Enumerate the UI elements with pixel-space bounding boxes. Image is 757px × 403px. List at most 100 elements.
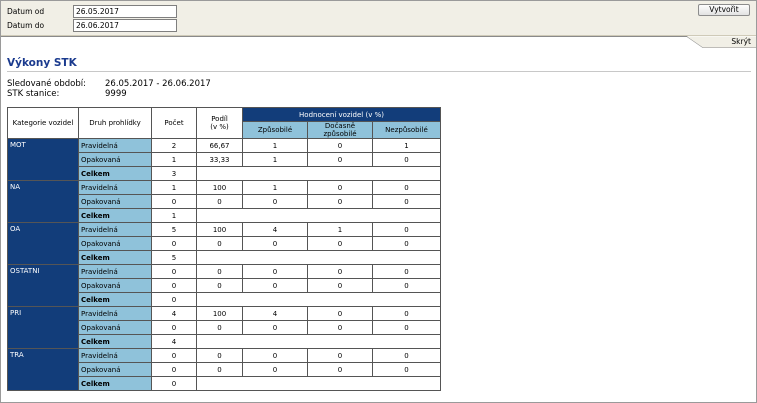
count-cell: 0 xyxy=(151,292,197,307)
count-cell: 0 xyxy=(151,278,197,293)
fit-cell: 0 xyxy=(242,348,308,363)
station-row: STK stanice: 9999 xyxy=(7,89,127,99)
unfit-cell: 0 xyxy=(372,152,441,167)
table-row: PRI Pravidelná 4 100 4 0 0 xyxy=(7,306,441,349)
create-button[interactable]: Vytvořit xyxy=(698,4,750,16)
count-cell: 1 xyxy=(151,208,197,223)
results-table: Kategorie vozidel Druh prohlídky Počet P… xyxy=(7,107,441,391)
col-fit: Způsobilé xyxy=(242,121,308,139)
count-cell: 0 xyxy=(151,320,197,335)
table-row: TRA Pravidelná 0 0 0 0 0 xyxy=(7,348,441,391)
share-cell: 0 xyxy=(196,320,243,335)
kind-cell: Celkem xyxy=(78,292,152,307)
fit-cell: 0 xyxy=(242,264,308,279)
date-to-input[interactable] xyxy=(73,19,177,32)
unfit-cell: 0 xyxy=(372,348,441,363)
temp-cell: 0 xyxy=(307,320,373,335)
kind-cell: Pravidelná xyxy=(78,222,152,237)
temp-cell: 0 xyxy=(307,264,373,279)
share-cell: 100 xyxy=(196,222,243,237)
share-cell: 0 xyxy=(196,264,243,279)
period-value: 26.05.2017 - 26.06.2017 xyxy=(105,79,211,89)
unfit-cell: 0 xyxy=(372,236,441,251)
share-cell: 100 xyxy=(196,180,243,195)
count-cell: 0 xyxy=(151,264,197,279)
temp-cell: 0 xyxy=(307,194,373,209)
fit-cell: 0 xyxy=(242,194,308,209)
temp-cell: 0 xyxy=(307,306,373,321)
period-row: Sledované období: 26.05.2017 - 26.06.2017 xyxy=(7,79,211,89)
count-cell: 0 xyxy=(151,376,197,391)
total-blank-cell xyxy=(196,376,441,391)
table-row: NA Pravidelná 1 100 1 0 0 xyxy=(7,180,441,223)
page-title: Výkony STK xyxy=(7,57,77,69)
temp-cell: 0 xyxy=(307,348,373,363)
category-cell: OSTATNI xyxy=(7,264,79,307)
unfit-cell: 0 xyxy=(372,222,441,237)
kind-cell: Celkem xyxy=(78,376,152,391)
count-cell: 3 xyxy=(151,166,197,181)
report-window: Datum od Datum do Vytvořit Skrýt Výkony … xyxy=(0,0,757,403)
kind-cell: Opakovaná xyxy=(78,236,152,251)
share-cell: 33,33 xyxy=(196,152,243,167)
share-cell: 0 xyxy=(196,348,243,363)
total-blank-cell xyxy=(196,166,441,181)
station-label: STK stanice: xyxy=(7,89,60,99)
share-cell: 0 xyxy=(196,236,243,251)
date-from-input[interactable] xyxy=(73,5,177,18)
col-share-line2: (v %) xyxy=(210,123,229,131)
total-blank-cell xyxy=(196,250,441,265)
total-blank-cell xyxy=(196,334,441,349)
temp-cell: 0 xyxy=(307,362,373,377)
col-count: Počet xyxy=(151,107,197,139)
kind-cell: Pravidelná xyxy=(78,138,152,153)
category-cell: NA xyxy=(7,180,79,223)
unfit-cell: 1 xyxy=(372,138,441,153)
col-share-line1: Podíl xyxy=(211,115,228,123)
fit-cell: 0 xyxy=(242,236,308,251)
fit-cell: 0 xyxy=(242,362,308,377)
temp-cell: 1 xyxy=(307,222,373,237)
station-value: 9999 xyxy=(105,89,127,99)
fit-cell: 0 xyxy=(242,320,308,335)
hide-tab-shape xyxy=(1,36,756,48)
unfit-cell: 0 xyxy=(372,362,441,377)
hide-tab[interactable]: Skrýt xyxy=(1,36,756,48)
hide-label[interactable]: Skrýt xyxy=(731,37,751,46)
period-label: Sledované období: xyxy=(7,79,86,89)
col-rating: Hodnocení vozidel (v %) xyxy=(242,107,441,122)
share-cell: 100 xyxy=(196,306,243,321)
kind-cell: Opakovaná xyxy=(78,194,152,209)
table-row: OA Pravidelná 5 100 4 1 0 xyxy=(7,222,441,265)
fit-cell: 4 xyxy=(242,222,308,237)
count-cell: 5 xyxy=(151,250,197,265)
fit-cell: 0 xyxy=(242,278,308,293)
share-cell: 0 xyxy=(196,278,243,293)
total-blank-cell xyxy=(196,208,441,223)
category-cell: PRI xyxy=(7,306,79,349)
kind-cell: Celkem xyxy=(78,208,152,223)
filter-bar: Datum od Datum do Vytvořit xyxy=(1,1,756,36)
count-cell: 1 xyxy=(151,180,197,195)
kind-cell: Celkem xyxy=(78,250,152,265)
table-row: OSTATNI Pravidelná 0 0 0 0 0 xyxy=(7,264,441,307)
category-cell: TRA xyxy=(7,348,79,391)
temp-cell: 0 xyxy=(307,278,373,293)
col-category: Kategorie vozidel xyxy=(7,107,79,139)
kind-cell: Celkem xyxy=(78,166,152,181)
temp-cell: 0 xyxy=(307,180,373,195)
unfit-cell: 0 xyxy=(372,320,441,335)
total-blank-cell xyxy=(196,292,441,307)
table-row: MOT Pravidelná 2 66,67 1 0 1 xyxy=(7,138,441,181)
kind-cell: Opakovaná xyxy=(78,278,152,293)
count-cell: 4 xyxy=(151,306,197,321)
count-cell: 0 xyxy=(151,236,197,251)
count-cell: 0 xyxy=(151,348,197,363)
kind-cell: Opakovaná xyxy=(78,362,152,377)
temp-cell: 0 xyxy=(307,152,373,167)
table-header-row: Kategorie vozidel Druh prohlídky Počet P… xyxy=(7,107,441,139)
fit-cell: 1 xyxy=(242,180,308,195)
table-body: MOT Pravidelná 2 66,67 1 0 1 Opakovaná 1 33,33 1 0 0… xyxy=(7,138,441,391)
category-cell: MOT xyxy=(7,138,79,181)
temp-cell: 0 xyxy=(307,236,373,251)
